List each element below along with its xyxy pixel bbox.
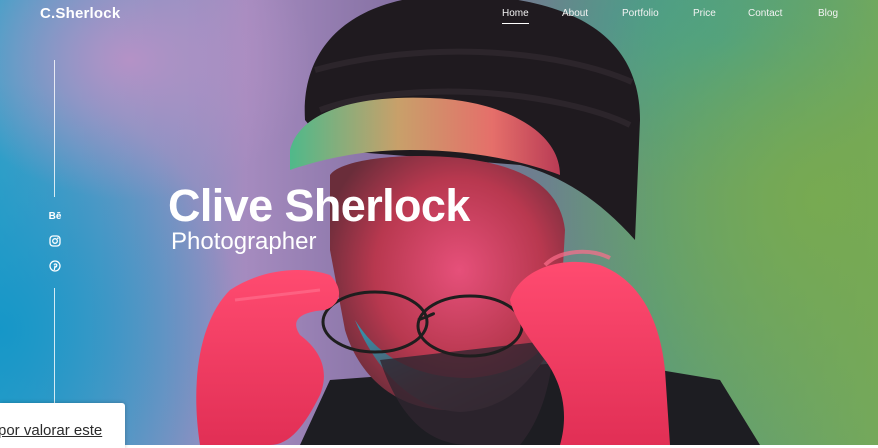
hero-role: Photographer [171, 228, 317, 255]
hero-name: Clive Sherlock [168, 180, 470, 231]
nav-blog[interactable]: Blog [818, 8, 838, 19]
behance-icon[interactable]: Bē [48, 210, 62, 224]
nav-home[interactable]: Home [502, 8, 529, 24]
pinterest-icon[interactable] [48, 260, 62, 274]
social-divider-top [54, 60, 55, 197]
consent-link[interactable]: por valorar este [0, 422, 102, 439]
consent-popup: por valorar este [0, 403, 125, 448]
instagram-icon[interactable] [48, 235, 62, 249]
nav-contact[interactable]: Contact [748, 8, 782, 19]
nav-price[interactable]: Price [693, 8, 716, 19]
top-navigation-bar: C.Sherlock Home About Portfolio Price Co… [0, 0, 878, 30]
main-nav: Home About Portfolio Price Contact Blog [0, 8, 878, 28]
nav-about[interactable]: About [562, 8, 588, 19]
nav-portfolio[interactable]: Portfolio [622, 8, 659, 19]
